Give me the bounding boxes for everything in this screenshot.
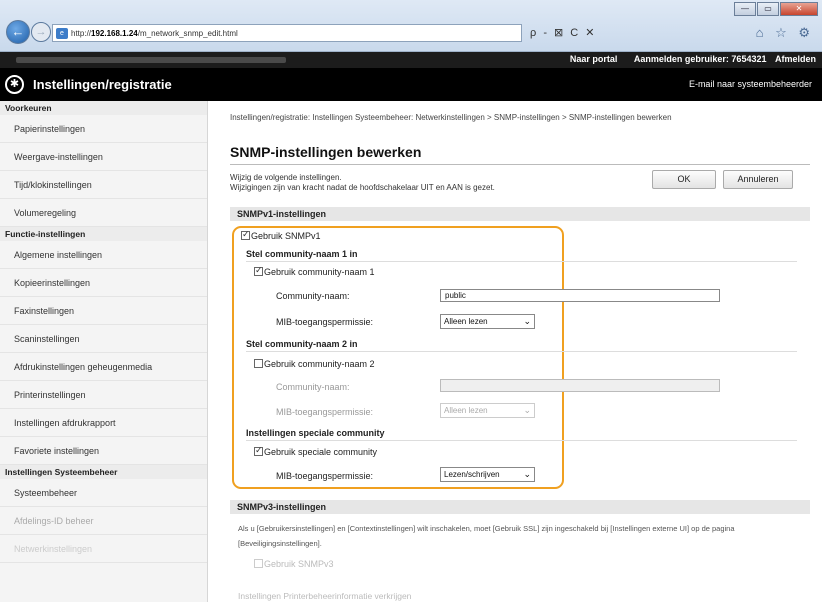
sidebar-item-kopieer[interactable]: Kopieerinstellingen <box>0 269 207 297</box>
community1-name-input[interactable]: public <box>440 289 720 302</box>
sidebar-item-afdelings-id[interactable]: Afdelings-ID beheer <box>0 507 207 535</box>
checkbox-checked-icon[interactable] <box>254 445 263 456</box>
ok-button[interactable]: OK <box>652 170 716 189</box>
use-special-community-checkbox[interactable]: Gebruik speciale community <box>254 445 377 457</box>
special-community-heading: Instellingen speciale community <box>246 428 385 438</box>
instructions-line-1: Wijzig de volgende instellingen. <box>230 173 342 182</box>
logout-link[interactable]: Afmelden <box>775 54 816 64</box>
mib2-label: MIB-toegangspermissie: <box>276 407 374 417</box>
community2-heading: Stel community-naam 2 in <box>246 339 358 349</box>
sidebar-item-algemeen[interactable]: Algemene instellingen <box>0 241 207 269</box>
mib-special-label: MIB-toegangspermissie: <box>276 471 374 481</box>
device-name-blurred <box>16 57 286 63</box>
title-divider <box>230 164 810 165</box>
mib-special-select[interactable]: Lezen/schrijven ⌄ <box>440 467 535 482</box>
mib2-select[interactable]: Alleen lezen ⌄ <box>440 403 535 418</box>
sidebar-item-fax[interactable]: Faxinstellingen <box>0 297 207 325</box>
sidebar-item-volume[interactable]: Volumeregeling <box>0 199 207 227</box>
instructions: Wijzig de volgende instellingen. Wijzigi… <box>230 173 495 193</box>
sidebar-item-netwerk[interactable]: Netwerkinstellingen <box>0 535 207 563</box>
snmpv3-note: Als u [Gebruikersinstellingen] en [Conte… <box>238 524 735 548</box>
sidebar-item-afdruk-geheugen[interactable]: Afdrukinstellingen geheugenmedia <box>0 353 207 381</box>
community2-name-label: Community-naam: <box>276 382 350 392</box>
mib1-select[interactable]: Alleen lezen ⌄ <box>440 314 535 329</box>
sidebar-item-printer[interactable]: Printerinstellingen <box>0 381 207 409</box>
snmpv1-section-header: SNMPv1-instellingen <box>230 207 810 221</box>
breadcrumb: Instellingen/registratie: Instellingen S… <box>230 113 672 122</box>
mail-admin-link[interactable]: E-mail naar systeembeheerder <box>689 79 812 89</box>
chevron-down-icon: ⌄ <box>523 405 531 415</box>
window-controls: — ▭ ✕ <box>734 2 818 16</box>
chevron-down-icon: ⌄ <box>523 469 531 479</box>
sidebar-item-scan[interactable]: Scaninstellingen <box>0 325 207 353</box>
checkbox-unchecked-icon[interactable] <box>254 559 263 568</box>
community1-name-label: Community-naam: <box>276 291 350 301</box>
use-snmpv3-checkbox[interactable]: Gebruik SNMPv3 <box>254 559 334 569</box>
browser-chrome: — ▭ ✕ ← → e http://192.168.1.24/m_networ… <box>0 0 822 52</box>
checkbox-checked-icon[interactable] <box>241 229 250 240</box>
sidebar-item-favoriet[interactable]: Favoriete instellingen <box>0 437 207 465</box>
sidebar-item-weergave[interactable]: Weergave-instellingen <box>0 143 207 171</box>
sidebar: Voorkeuren Papierinstellingen Weergave-i… <box>0 101 208 602</box>
instructions-line-2: Wijzigingen zijn van kracht nadat de hoo… <box>230 183 495 192</box>
address-url: http://192.168.1.24/m_network_snmp_edit.… <box>71 29 238 38</box>
page-title: SNMP-instellingen bewerken <box>230 144 422 160</box>
page-icon: e <box>56 28 68 39</box>
checkbox-checked-icon[interactable] <box>254 265 263 276</box>
divider <box>246 261 797 262</box>
home-star-gear-icons[interactable]: ⌂ ☆ ⚙ <box>756 25 814 41</box>
sidebar-section-functie: Functie-instellingen <box>0 227 207 241</box>
sidebar-item-tijd[interactable]: Tijd/klokinstellingen <box>0 171 207 199</box>
forward-arrow-icon[interactable]: → <box>31 22 51 42</box>
portal-link[interactable]: Naar portal <box>570 54 618 64</box>
use-community1-checkbox[interactable]: Gebruik community-naam 1 <box>254 265 375 277</box>
app-title: Instellingen/registratie <box>33 77 172 92</box>
maximize-button[interactable]: ▭ <box>757 2 779 16</box>
sidebar-item-papier[interactable]: Papierinstellingen <box>0 115 207 143</box>
close-window-button[interactable]: ✕ <box>780 2 818 16</box>
address-bar[interactable]: e http://192.168.1.24/m_network_snmp_edi… <box>52 24 522 42</box>
use-community2-checkbox[interactable]: Gebruik community-naam 2 <box>254 359 375 369</box>
sidebar-section-voorkeuren: Voorkeuren <box>0 101 207 115</box>
settings-gear-icon: ✱ <box>5 75 24 94</box>
minimize-button[interactable]: — <box>734 2 756 16</box>
community2-name-input[interactable] <box>440 379 720 392</box>
back-arrow-icon[interactable]: ← <box>6 20 30 44</box>
use-snmpv1-checkbox[interactable]: Gebruik SNMPv1 <box>241 229 321 241</box>
divider <box>246 440 797 441</box>
chevron-down-icon: ⌄ <box>523 316 531 326</box>
community1-heading: Stel community-naam 1 in <box>246 249 358 259</box>
cancel-button[interactable]: Annuleren <box>723 170 793 189</box>
title-bar: ✱ Instellingen/registratie E-mail naar s… <box>0 68 822 101</box>
top-bar: Naar portal Aanmelden gebruiker: 7654321… <box>0 52 822 68</box>
main-content: Instellingen/registratie: Instellingen S… <box>208 101 822 602</box>
sidebar-section-systeembeheer: Instellingen Systeembeheer <box>0 465 207 479</box>
divider <box>246 351 797 352</box>
sidebar-item-systeembeheer[interactable]: Systeembeheer <box>0 479 207 507</box>
sidebar-item-afdrukrapport[interactable]: Instellingen afdrukrapport <box>0 409 207 437</box>
snmpv3-section-header: SNMPv3-instellingen <box>230 500 810 514</box>
mib1-label: MIB-toegangspermissie: <box>276 317 374 327</box>
address-tools-icons[interactable]: ρ - ⊠ C ✕ <box>530 26 597 39</box>
checkbox-unchecked-icon[interactable] <box>254 359 263 368</box>
faded-section-header: Instellingen Printerbeheerinformatie ver… <box>238 591 412 601</box>
login-user-label: Aanmelden gebruiker: 7654321 <box>633 54 767 64</box>
